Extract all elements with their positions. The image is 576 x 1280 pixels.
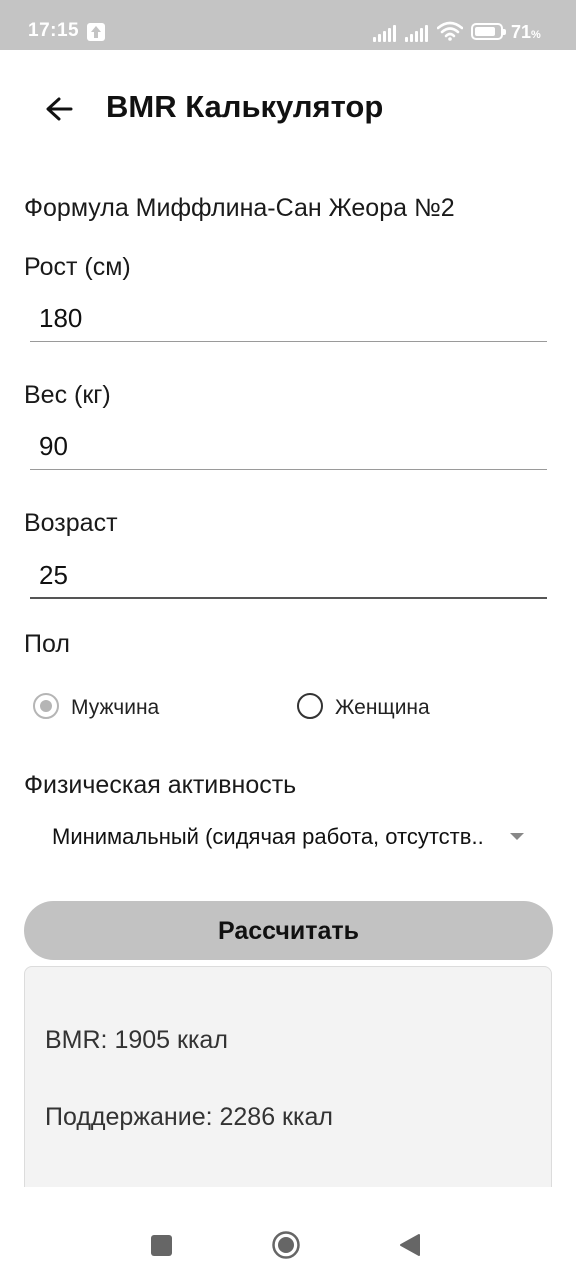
height-input[interactable] bbox=[30, 296, 547, 342]
gender-label: Пол bbox=[24, 630, 70, 658]
activity-label: Физическая активность bbox=[24, 771, 297, 799]
back-button[interactable] bbox=[38, 88, 82, 132]
status-bar: 17:15 71% bbox=[0, 0, 576, 50]
result-maintenance: Поддержание: 2286 ккал bbox=[45, 1103, 333, 1131]
signal-icon bbox=[373, 24, 399, 42]
radio-checked-icon bbox=[33, 693, 59, 719]
result-bmr: BMR: 1905 ккал bbox=[45, 1026, 228, 1054]
activity-dropdown[interactable]: Минимальный (сидячая работа, отсутств.. bbox=[52, 818, 532, 858]
activity-selected-value: Минимальный (сидячая работа, отсутств.. bbox=[52, 824, 484, 849]
dropdown-arrow-icon bbox=[510, 833, 524, 840]
screen: 17:15 71% BMR Калькулятор Формула Миффли… bbox=[0, 0, 576, 1280]
radio-female-label: Женщина bbox=[335, 696, 430, 719]
wifi-icon bbox=[436, 21, 464, 46]
height-label: Рост (см) bbox=[24, 253, 131, 281]
signal-icon bbox=[405, 24, 431, 42]
radio-male[interactable]: Мужчина bbox=[33, 690, 213, 726]
battery-icon bbox=[471, 23, 506, 40]
radio-female[interactable]: Женщина bbox=[297, 690, 477, 726]
radio-male-label: Мужчина bbox=[71, 696, 160, 719]
status-time: 17:15 bbox=[28, 20, 80, 41]
battery-percent: 71% bbox=[511, 22, 541, 42]
age-input[interactable] bbox=[30, 553, 547, 599]
calculate-button[interactable]: Рассчитать bbox=[24, 901, 553, 960]
radio-unchecked-icon bbox=[297, 693, 323, 719]
formula-label: Формула Миффлина-Сан Жеора №2 bbox=[24, 194, 455, 222]
age-label: Возраст bbox=[24, 509, 118, 537]
recents-square-icon[interactable] bbox=[151, 1235, 172, 1256]
weight-label: Вес (кг) bbox=[24, 381, 111, 409]
back-triangle-icon[interactable] bbox=[399, 1233, 421, 1262]
home-circle-icon[interactable] bbox=[271, 1230, 301, 1260]
weight-input[interactable] bbox=[30, 424, 547, 470]
page-title: BMR Калькулятор bbox=[106, 89, 384, 124]
arrow-left-icon bbox=[46, 97, 73, 121]
upload-icon bbox=[87, 23, 105, 41]
